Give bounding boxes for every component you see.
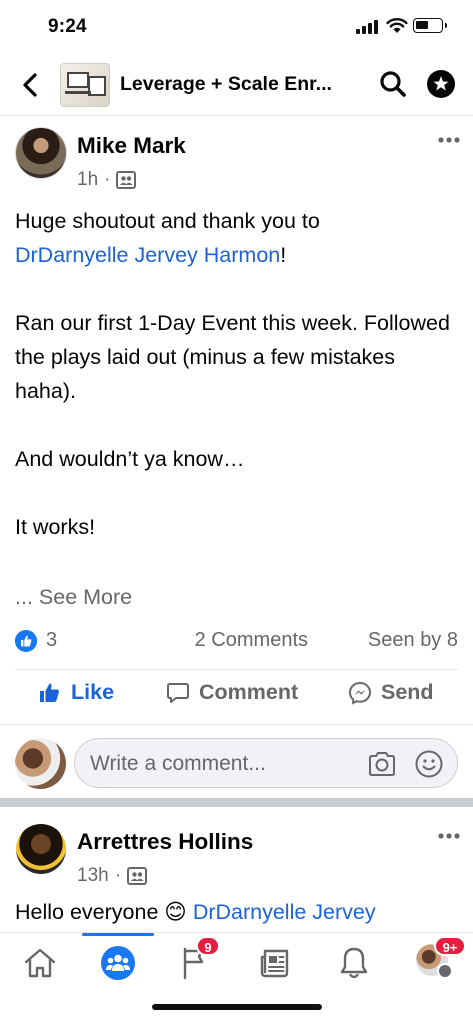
seen-by-count[interactable]: Seen by 8	[368, 629, 458, 652]
divider	[15, 669, 458, 670]
tab-news[interactable]	[256, 943, 296, 983]
emoji-icon[interactable]	[414, 749, 444, 779]
group-cover-thumbnail[interactable]	[60, 63, 110, 107]
audience-icon	[116, 171, 137, 189]
comment-input[interactable]: Write a comment...	[74, 738, 458, 788]
group-header: Leverage + Scale Enr...	[0, 54, 473, 116]
author-avatar[interactable]	[15, 127, 67, 179]
like-label: Like	[71, 680, 115, 704]
more-icon[interactable]	[437, 136, 461, 144]
send-label: Send	[381, 680, 434, 704]
post-time[interactable]: 1h	[77, 169, 98, 191]
post-separator	[0, 798, 473, 807]
status-bar: 9:24	[0, 0, 473, 54]
menu-icon	[437, 963, 453, 979]
like-reaction-icon[interactable]	[15, 630, 37, 652]
signal-icon	[356, 20, 378, 34]
messenger-icon	[348, 681, 372, 705]
home-icon	[24, 948, 56, 978]
bottom-nav: 9	[0, 932, 473, 1024]
like-button[interactable]: Like	[38, 680, 114, 705]
battery-icon	[413, 18, 447, 33]
post-line-2: DrDarnyelle Jervey Harmon!	[15, 243, 287, 267]
back-icon[interactable]	[18, 70, 44, 100]
post-text: Hello everyone	[15, 900, 159, 924]
post-meta: 13h ·	[77, 865, 148, 887]
see-more-link[interactable]: ... See More	[15, 580, 460, 614]
reaction-count[interactable]: 3	[46, 629, 57, 652]
audience-icon	[127, 867, 148, 885]
admin-badge-icon[interactable]	[425, 68, 457, 100]
tab-groups[interactable]	[98, 943, 138, 983]
comment-label: Comment	[199, 680, 299, 704]
post-paragraph-2: Ran our first 1-Day Event this week. Fol…	[15, 311, 450, 403]
comment-button[interactable]: Comment	[166, 680, 298, 705]
author-avatar[interactable]	[16, 824, 66, 874]
meta-separator: ·	[104, 169, 111, 190]
post-meta: 1h ·	[77, 169, 137, 191]
groups-icon	[101, 946, 135, 980]
pages-badge: 9	[196, 936, 220, 956]
comment-icon	[167, 682, 189, 703]
like-icon	[40, 683, 59, 702]
current-user-avatar[interactable]	[15, 738, 66, 789]
meta-separator: ·	[114, 865, 122, 886]
post-paragraph-3: And wouldn’t ya know…	[15, 447, 245, 471]
post-author[interactable]: Arrettres Hollins	[77, 829, 253, 855]
tab-notifications[interactable]	[334, 943, 374, 983]
post-line-1: Huge shoutout and thank you to	[15, 209, 320, 233]
home-indicator	[152, 1004, 322, 1010]
active-tab-indicator	[82, 933, 154, 936]
more-icon[interactable]	[437, 832, 461, 840]
post-body: Huge shoutout and thank you to DrDarnyel…	[15, 204, 460, 614]
wifi-icon	[386, 18, 408, 33]
news-icon	[260, 949, 289, 978]
mention-link[interactable]: DrDarnyelle Jervey	[193, 900, 376, 924]
menu-badge: 9+	[434, 936, 466, 956]
camera-icon[interactable]	[367, 750, 397, 778]
bell-icon	[340, 947, 368, 979]
reactions-bar: 3 2 Comments Seen by 8	[15, 627, 458, 657]
status-time: 9:24	[48, 16, 87, 37]
post-time[interactable]: 13h	[77, 865, 109, 887]
post-actions: Like Comment Send	[0, 672, 473, 722]
comment-placeholder: Write a comment...	[90, 752, 266, 775]
post-author[interactable]: Mike Mark	[77, 133, 186, 159]
post-paragraph-4: It works!	[15, 515, 96, 539]
emoji: 😊	[164, 900, 187, 924]
send-button[interactable]: Send	[348, 680, 434, 705]
search-icon[interactable]	[378, 69, 408, 99]
divider	[0, 724, 473, 725]
mention-link[interactable]: DrDarnyelle Jervey Harmon	[15, 243, 280, 267]
tab-home[interactable]	[20, 943, 60, 983]
post-body: Hello everyone 😊 DrDarnyelle Jervey	[15, 900, 376, 925]
group-title[interactable]: Leverage + Scale Enr...	[120, 73, 360, 96]
comments-count[interactable]: 2 Comments	[195, 629, 308, 652]
